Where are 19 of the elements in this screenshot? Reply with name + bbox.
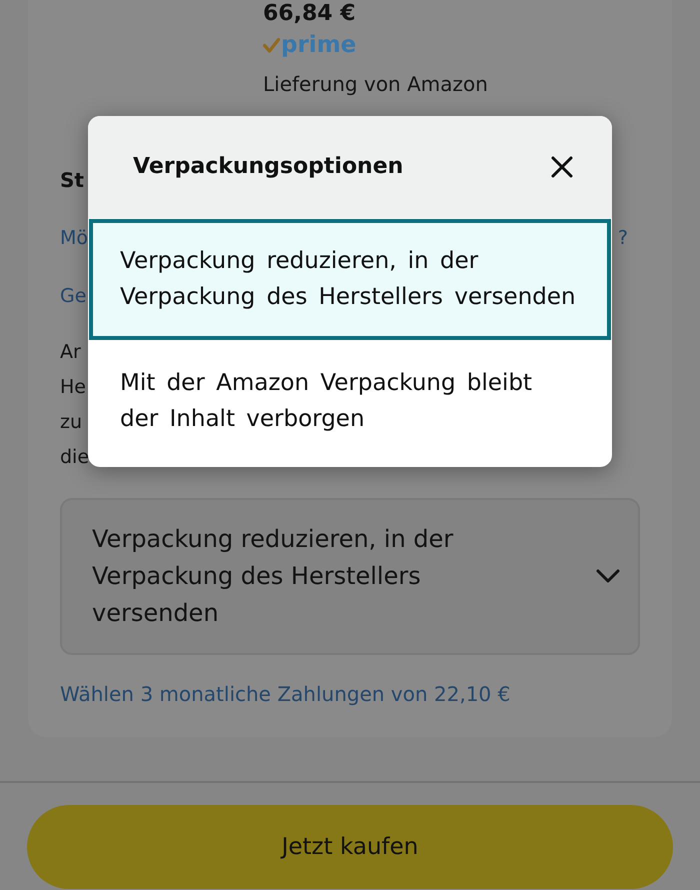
delivery-text: Lieferung von Amazon [263,71,488,98]
prime-label: prime [281,31,356,59]
body-text: zu [60,410,82,435]
close-icon [551,156,573,178]
chevron-down-icon [596,569,620,584]
buy-now-button[interactable]: Jetzt kaufen [27,805,673,889]
link-text[interactable]: Mö [60,224,88,252]
body-text: Ar [60,340,81,365]
link-text[interactable]: ? [618,224,628,252]
dialog-title: Verpackungsoptionen [133,153,404,181]
heading-text: St [60,167,84,194]
price-text: 66,84 € [263,0,356,28]
packaging-dropdown[interactable]: Verpackung reduzieren, in der Verpackung des Herstellers versenden [60,498,640,655]
body-text: die [60,445,90,470]
packaging-option[interactable]: Verpackung reduzieren, in der Verpackung des Herstellers versenden [89,219,611,340]
checkmark-icon [263,38,280,52]
link-text[interactable]: Ge [60,282,86,310]
body-text: He [60,375,86,400]
installment-link[interactable]: Wählen 3 monatliche Zahlungen von 22,10 € [60,680,510,708]
